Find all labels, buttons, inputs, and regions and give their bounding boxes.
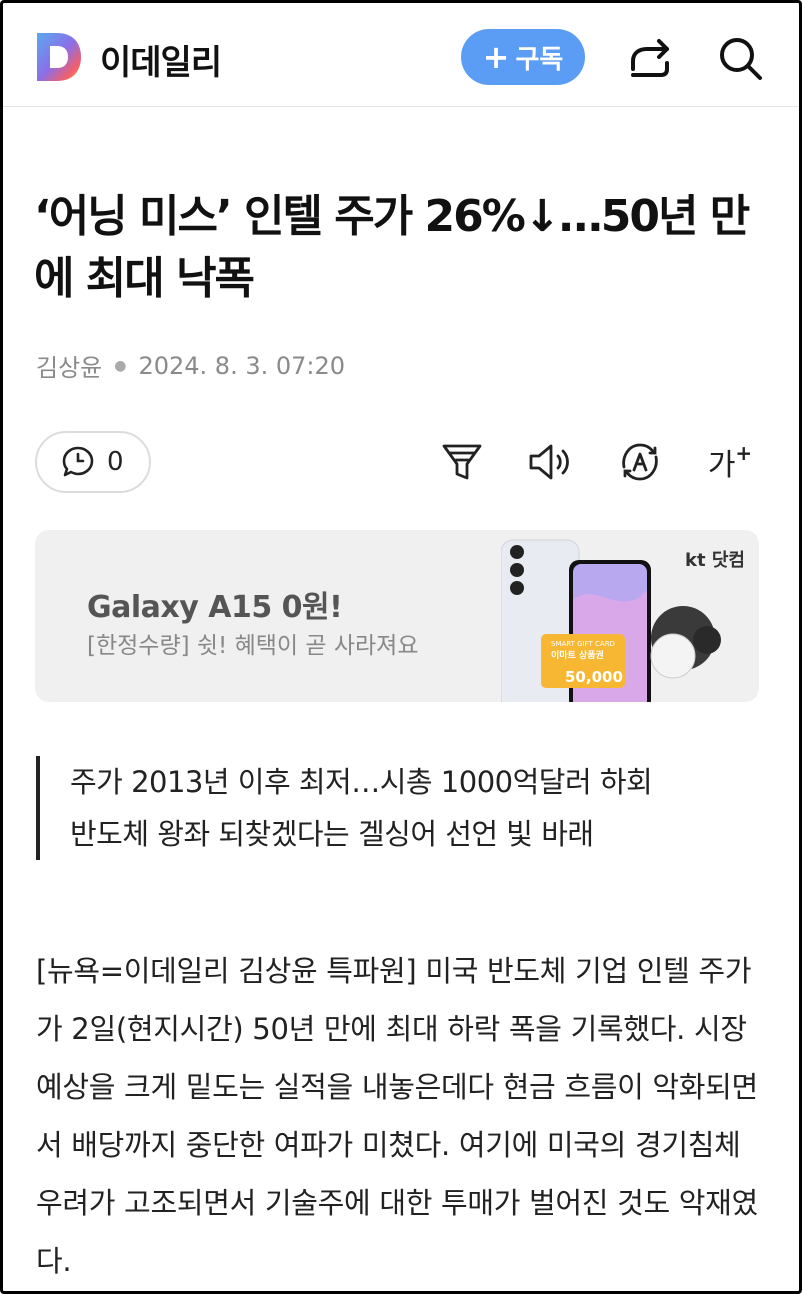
subtitle-line: 반도체 왕좌 되찾겠다는 겔싱어 선언 빛 바래 <box>70 817 594 851</box>
separator-dot: ● <box>114 357 127 374</box>
ad-product-image: SMART GIFT CARD 이마트 상품권 50,000 kt 닷컴 <box>501 539 745 702</box>
ad-title: Galaxy A15 0원! <box>87 590 343 625</box>
svg-text:SMART GIFT CARD: SMART GIFT CARD <box>551 640 615 648</box>
ad-card-value: 50,000 <box>565 668 623 686</box>
subscribe-label: 구독 <box>515 44 564 75</box>
subtitle-line: 주가 2013년 이후 최저…시총 1000억달러 하회 <box>70 765 653 799</box>
search-icon[interactable] <box>715 33 765 83</box>
filter-icon <box>442 444 482 480</box>
ad-card-label: 이마트 상품권 <box>551 649 604 661</box>
translate-button[interactable] <box>616 438 664 486</box>
read-aloud-button[interactable] <box>526 438 574 486</box>
publish-date: 2024. 8. 3. 07:20 <box>138 351 346 380</box>
logo-icon[interactable] <box>35 31 83 83</box>
ad-banner[interactable]: Galaxy A15 0원! [한정수량] 쉿! 혜택이 곧 사라져요 SMAR… <box>35 530 759 702</box>
author-name[interactable]: 김상윤 <box>36 348 102 383</box>
article-title: ‘어닝 미스’ 인텔 주가 26%↓…50년 만에 최대 낙폭 <box>34 191 750 304</box>
font-size-button[interactable]: 가 + <box>704 438 756 486</box>
byline: 김상윤 ● 2024. 8. 3. 07:20 <box>36 348 345 383</box>
comment-button[interactable]: 0 <box>35 431 151 493</box>
brand-name[interactable]: 이데일리 <box>100 35 222 84</box>
ad-brand: kt 닷컴 <box>685 550 745 571</box>
comment-count: 0 <box>107 447 124 477</box>
article-subtitle: 주가 2013년 이후 최저…시총 1000억달러 하회 반도체 왕좌 되찾겠다… <box>36 756 766 860</box>
share-icon[interactable] <box>625 33 675 83</box>
plus-icon: + <box>735 441 753 465</box>
comment-icon <box>62 446 94 477</box>
article-body: [뉴욕=이데일리 김상윤 특파원] 미국 반도체 기업 인텔 주가가 2일(현지… <box>36 954 758 1278</box>
filter-button[interactable] <box>438 438 486 486</box>
ad-subtitle: [한정수량] 쉿! 혜택이 곧 사라져요 <box>87 633 419 659</box>
subscribe-button[interactable]: + 구독 <box>461 29 585 85</box>
translate-icon <box>622 443 658 481</box>
plus-icon: + <box>482 38 510 76</box>
speaker-icon <box>529 444 569 480</box>
font-size-label: 가 <box>707 448 736 483</box>
top-header: 이데일리 + 구독 <box>3 3 799 107</box>
